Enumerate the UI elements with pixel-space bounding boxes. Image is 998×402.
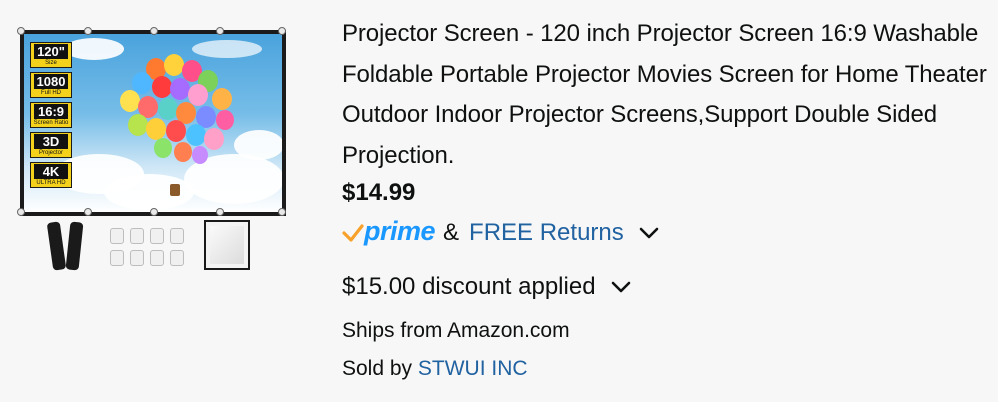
spec-badge-4k: 4K ULTRA HD xyxy=(30,162,72,188)
prime-badge[interactable]: prime xyxy=(342,215,436,250)
product-price: $14.99 xyxy=(342,179,416,206)
prime-check-icon xyxy=(342,224,364,242)
spec-badge-resolution: 1080 Full HD xyxy=(30,72,72,98)
screen-scene: 120" Size 1080 Full HD 16:9 Screen Ratio… xyxy=(24,34,282,212)
ampersand: & xyxy=(443,219,460,246)
hooks-set xyxy=(110,228,188,268)
balloon-cluster xyxy=(116,54,246,178)
chevron-down-icon[interactable] xyxy=(638,226,660,240)
sold-by: Sold by STWUI INC xyxy=(342,354,992,384)
product-info: Projector Screen - 120 inch Projector Sc… xyxy=(342,14,992,384)
spec-badge-ratio: 16:9 Screen Ratio xyxy=(30,102,72,128)
delivery-row: prime & FREE Returns xyxy=(342,216,992,250)
seller-link[interactable]: STWUI INC xyxy=(418,357,528,380)
ships-from: Ships from Amazon.com xyxy=(342,319,570,342)
sold-by-label: Sold by xyxy=(342,357,413,380)
product-title[interactable]: Projector Screen - 120 inch Projector Sc… xyxy=(342,14,992,176)
discount-text: $15.00 discount applied xyxy=(342,273,596,300)
carry-bag xyxy=(204,220,250,270)
spec-badge-size: 120" Size xyxy=(30,42,72,68)
included-accessories xyxy=(44,220,264,274)
tie-straps xyxy=(44,221,88,272)
free-returns-link[interactable]: FREE Returns xyxy=(469,219,624,247)
projector-screen-photo: 120" Size 1080 Full HD 16:9 Screen Ratio… xyxy=(17,27,286,216)
spec-badges: 120" Size 1080 Full HD 16:9 Screen Ratio… xyxy=(30,42,72,188)
discount-row[interactable]: $15.00 discount applied xyxy=(342,272,992,302)
product-image[interactable]: 120" Size 1080 Full HD 16:9 Screen Ratio… xyxy=(14,26,290,278)
chevron-down-icon[interactable] xyxy=(610,280,632,294)
spec-badge-3d: 3D Projector xyxy=(30,132,72,158)
prime-label: prime xyxy=(364,215,436,246)
balloon-basket xyxy=(170,184,180,196)
